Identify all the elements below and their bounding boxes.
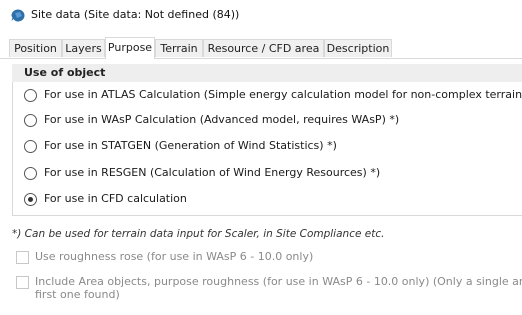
checkbox-label: Include Area objects, purpose roughness …: [35, 275, 522, 301]
title-bar: Site data (Site data: Not defined (84)): [0, 0, 522, 30]
radio-button[interactable]: [24, 114, 37, 127]
radio-button[interactable]: [24, 167, 37, 180]
checkbox-label-line2: first one found): [35, 288, 120, 301]
radio-button-selected[interactable]: [24, 193, 37, 206]
use-of-object-header: Use of object: [12, 64, 522, 82]
tab-resource-cfd-area[interactable]: Resource / CFD area: [203, 39, 324, 57]
tab-description[interactable]: Description: [324, 39, 392, 57]
footnote: *) Can be used for terrain data input fo…: [12, 228, 385, 240]
radio-label: For use in RESGEN (Calculation of Wind E…: [44, 166, 381, 179]
radio-button[interactable]: [24, 89, 37, 102]
window-title: Site data (Site data: Not defined (84)): [31, 8, 240, 21]
radio-label: For use in ATLAS Calculation (Simple ene…: [44, 88, 522, 101]
radio-label: For use in STATGEN (Generation of Wind S…: [44, 139, 337, 152]
tab-layers[interactable]: Layers: [62, 39, 105, 57]
radio-label: For use in CFD calculation: [44, 192, 187, 205]
tab-position[interactable]: Position: [9, 39, 62, 57]
checkbox-label-line1: Include Area objects, purpose roughness …: [35, 275, 522, 288]
tab-bar: Position Layers Purpose Terrain Resource…: [0, 37, 522, 59]
checkbox-label: Use roughness rose (for use in WAsP 6 - …: [35, 250, 314, 263]
radio-label: For use in WAsP Calculation (Advanced mo…: [44, 113, 400, 126]
app-logo-icon: [11, 9, 25, 22]
tab-terrain[interactable]: Terrain: [155, 39, 203, 57]
group-title: Use of object: [24, 66, 106, 79]
radio-selected-dot: [28, 197, 33, 202]
radio-button[interactable]: [24, 140, 37, 153]
tab-purpose[interactable]: Purpose: [105, 37, 155, 59]
checkbox[interactable]: [16, 251, 29, 264]
checkbox[interactable]: [16, 276, 29, 289]
